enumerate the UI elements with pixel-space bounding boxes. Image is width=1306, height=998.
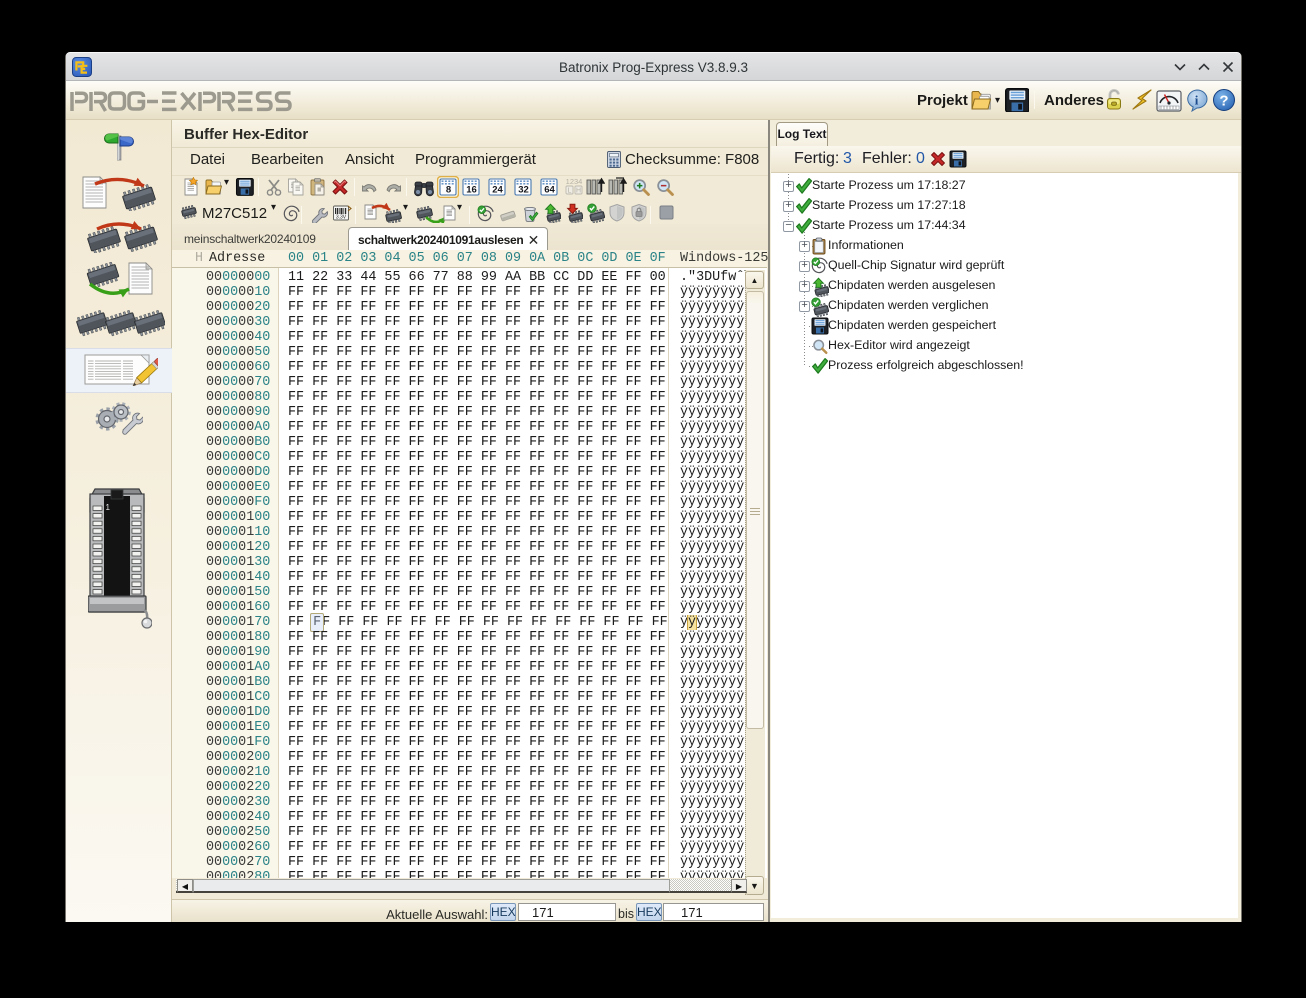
svg-text:?: ?: [1219, 93, 1228, 110]
svg-text:8: 8: [446, 184, 451, 195]
svg-text:24: 24: [492, 184, 503, 195]
svg-text:32: 32: [518, 184, 529, 195]
svg-text:1234: 1234: [566, 177, 583, 186]
svg-text:H: H: [576, 188, 581, 195]
svg-text:L: L: [568, 188, 572, 195]
svg-text:3.3V: 3.3V: [336, 215, 347, 221]
svg-text:64: 64: [544, 184, 555, 195]
svg-text:i: i: [1195, 93, 1199, 108]
svg-text:16: 16: [466, 184, 477, 195]
svg-text:1: 1: [106, 503, 111, 512]
